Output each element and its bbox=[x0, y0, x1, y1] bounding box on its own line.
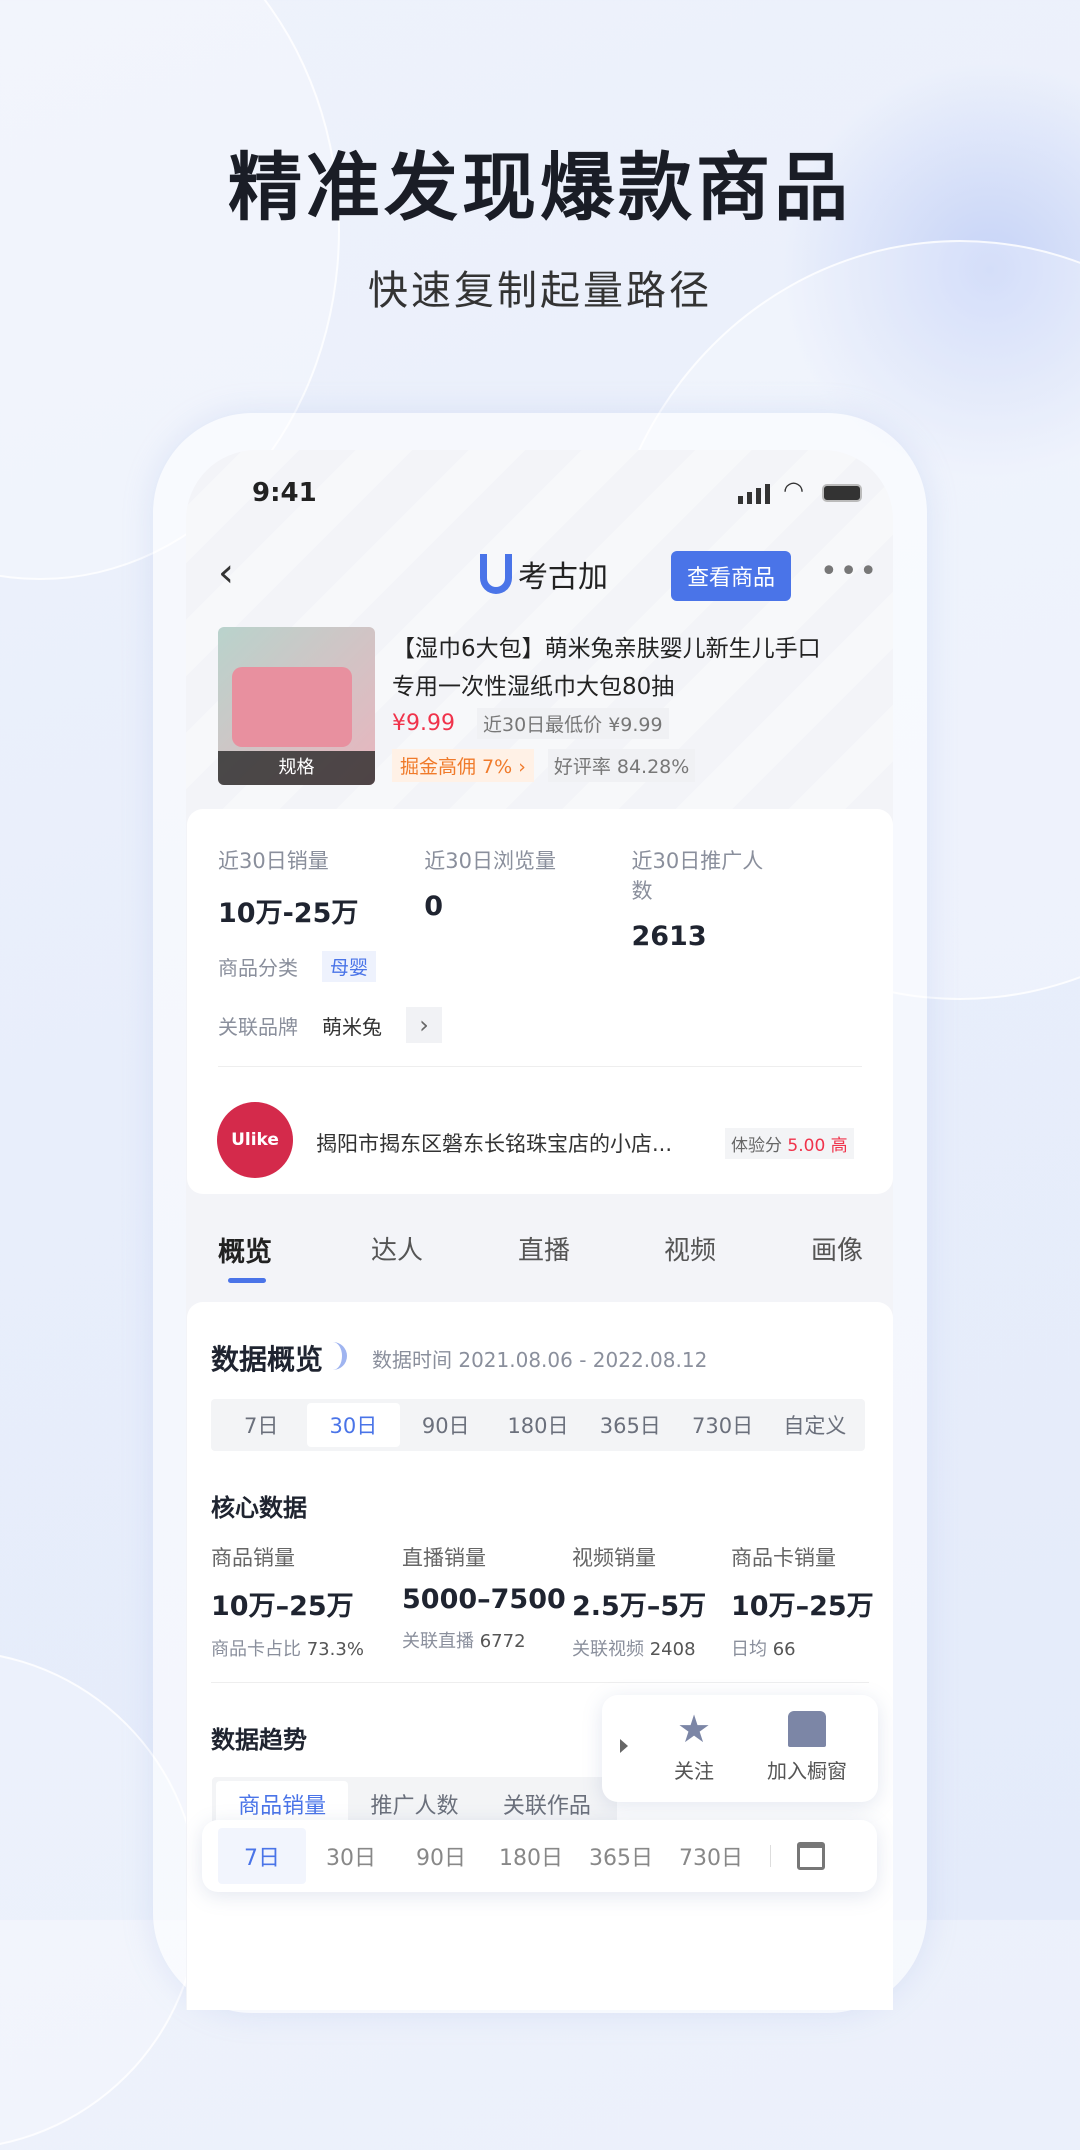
bottom-period-bar: 7日 30日 90日 180日 365日 730日 bbox=[202, 1820, 877, 1892]
period-365d[interactable]: 365日 bbox=[584, 1403, 676, 1447]
spec-label: 规格 bbox=[218, 751, 375, 785]
commission-tag[interactable]: 掘金高佣 7% › bbox=[392, 749, 534, 782]
trend-title: 数据趋势 bbox=[211, 1726, 307, 1754]
phone-screen: 9:41 ◠ ‹ 考古加 查看商品 ••• 规格 【湿巾6大包】萌米兔亲肤婴儿新… bbox=[186, 450, 893, 2010]
tab-portrait[interactable]: 画像 bbox=[811, 1230, 863, 1267]
tab-influencer[interactable]: 达人 bbox=[371, 1230, 423, 1267]
lowest-price: 近30日最低价 ¥9.99 bbox=[476, 708, 669, 739]
period-90d[interactable]: 90日 bbox=[400, 1403, 492, 1447]
period-730d[interactable]: 730日 bbox=[676, 1403, 768, 1447]
status-time: 9:41 bbox=[252, 478, 317, 508]
metric-sub-value: 2408 bbox=[649, 1639, 696, 1660]
overview-card: 数据概览 数据时间 2021.08.06 - 2022.08.12 7日 30日… bbox=[187, 1302, 893, 2010]
logo-icon bbox=[480, 554, 512, 594]
brand-label: 关联品牌 bbox=[218, 1014, 298, 1039]
bottom-period-730d[interactable]: 730日 bbox=[666, 1840, 756, 1872]
metric-label: 视频销量 bbox=[572, 1546, 656, 1570]
core-title: 核心数据 bbox=[211, 1494, 307, 1522]
promo-subhead: 快速复制起量路径 bbox=[368, 268, 712, 314]
floating-action-panel: ★ 关注 加入橱窗 bbox=[602, 1695, 878, 1802]
collapse-arrow-icon[interactable] bbox=[620, 1739, 628, 1753]
store-icon bbox=[788, 1711, 826, 1747]
stat-label: 近30日浏览量 bbox=[424, 849, 556, 873]
product-image[interactable]: 规格 bbox=[218, 627, 375, 785]
brand-logo: 考古加 bbox=[480, 552, 608, 596]
period-selector: 7日 30日 90日 180日 365日 730日 自定义 bbox=[211, 1399, 865, 1451]
period-custom[interactable]: 自定义 bbox=[769, 1403, 861, 1447]
metric-sub-value: 66 bbox=[772, 1639, 796, 1660]
bottom-period-90d[interactable]: 90日 bbox=[396, 1840, 486, 1872]
metric-label: 商品销量 bbox=[211, 1546, 295, 1570]
bottom-period-365d[interactable]: 365日 bbox=[576, 1840, 666, 1872]
brand-arrow-icon[interactable]: › bbox=[406, 1007, 442, 1043]
back-icon[interactable]: ‹ bbox=[218, 550, 234, 596]
brand-value[interactable]: 萌米兔 bbox=[322, 1011, 382, 1040]
period-7d[interactable]: 7日 bbox=[215, 1403, 307, 1447]
brand-name: 考古加 bbox=[518, 560, 608, 595]
metric-sub-label: 关联视频 bbox=[572, 1639, 644, 1660]
product-info-card: 近30日销量 10万-25万 近30日浏览量 0 近30日推广人数 2613 商品分类… bbox=[187, 809, 893, 1194]
period-30d[interactable]: 30日 bbox=[307, 1403, 400, 1447]
bottom-period-180d[interactable]: 180日 bbox=[486, 1840, 576, 1872]
price: ¥9.99 bbox=[392, 711, 455, 736]
metric-value: 10万–25万 bbox=[211, 1591, 354, 1622]
divider bbox=[218, 1066, 862, 1067]
stat-value: 10万-25万 bbox=[218, 898, 359, 929]
star-plus-icon: ★ bbox=[676, 1707, 712, 1751]
commission-text: 掘金高佣 7% bbox=[400, 756, 513, 778]
score-label: 体验分 bbox=[731, 1136, 782, 1156]
stat-value: 2613 bbox=[631, 921, 707, 952]
battery-icon bbox=[822, 484, 862, 502]
overview-decor-icon bbox=[319, 1342, 347, 1370]
stat-value: 0 bbox=[424, 891, 444, 922]
shop-logo[interactable]: Ulike bbox=[217, 1102, 293, 1178]
score-value: 5.00 高 bbox=[787, 1136, 848, 1156]
signal-icon bbox=[738, 484, 770, 504]
add-window-button[interactable]: 加入橱窗 bbox=[752, 1707, 862, 1784]
metric-value: 5000–7500 bbox=[402, 1584, 566, 1615]
product-title-line2: 专用一次性湿纸巾大包80抽 bbox=[392, 674, 675, 700]
overview-title: 数据概览 bbox=[211, 1343, 324, 1376]
metric-label: 直播销量 bbox=[402, 1546, 486, 1570]
metric-sub-label: 商品卡占比 bbox=[211, 1639, 301, 1660]
more-icon[interactable]: ••• bbox=[820, 554, 879, 589]
view-product-button[interactable]: 查看商品 bbox=[671, 551, 791, 601]
tab-overview[interactable]: 概览 bbox=[218, 1230, 272, 1269]
metric-value: 10万–25万 bbox=[731, 1591, 874, 1622]
metric-sub-value: 73.3% bbox=[306, 1639, 364, 1660]
product-title-line1: 【湿巾6大包】萌米兔亲肤婴儿新生儿手口 bbox=[392, 636, 821, 662]
add-window-label: 加入橱窗 bbox=[767, 1759, 847, 1783]
wifi-icon: ◠ bbox=[783, 476, 804, 504]
stat-label: 近30日销量 bbox=[218, 849, 329, 873]
bottom-period-7d[interactable]: 7日 bbox=[218, 1828, 306, 1884]
tab-live[interactable]: 直播 bbox=[518, 1230, 570, 1267]
metric-sub-value: 6772 bbox=[479, 1631, 526, 1652]
overview-date: 数据时间 2021.08.06 - 2022.08.12 bbox=[372, 1348, 708, 1372]
metric-sub-label: 日均 bbox=[731, 1639, 767, 1660]
rating: 好评率 84.28% bbox=[547, 749, 696, 782]
experience-score: 体验分 5.00 高 bbox=[725, 1128, 854, 1159]
tab-video[interactable]: 视频 bbox=[664, 1230, 716, 1267]
metric-sub-label: 关联直播 bbox=[402, 1631, 474, 1652]
bottom-period-30d[interactable]: 30日 bbox=[306, 1840, 396, 1872]
divider bbox=[770, 1845, 771, 1867]
category-label: 商品分类 bbox=[218, 956, 298, 980]
follow-label: 关注 bbox=[674, 1759, 714, 1783]
promo-headline: 精准发现爆款商品 bbox=[228, 145, 852, 231]
metric-value: 2.5万–5万 bbox=[572, 1591, 707, 1622]
stat-label: 近30日推广人数 bbox=[631, 849, 764, 903]
category-tag[interactable]: 母婴 bbox=[322, 951, 377, 982]
calendar-icon[interactable] bbox=[797, 1842, 825, 1870]
shop-name[interactable]: 揭阳市揭东区磐东长铭珠宝店的小店... bbox=[316, 1128, 672, 1158]
follow-button[interactable]: ★ 关注 bbox=[664, 1707, 724, 1784]
divider bbox=[211, 1682, 869, 1683]
period-180d[interactable]: 180日 bbox=[492, 1403, 584, 1447]
metric-label: 商品卡销量 bbox=[731, 1546, 836, 1570]
tab-underline bbox=[228, 1278, 266, 1283]
